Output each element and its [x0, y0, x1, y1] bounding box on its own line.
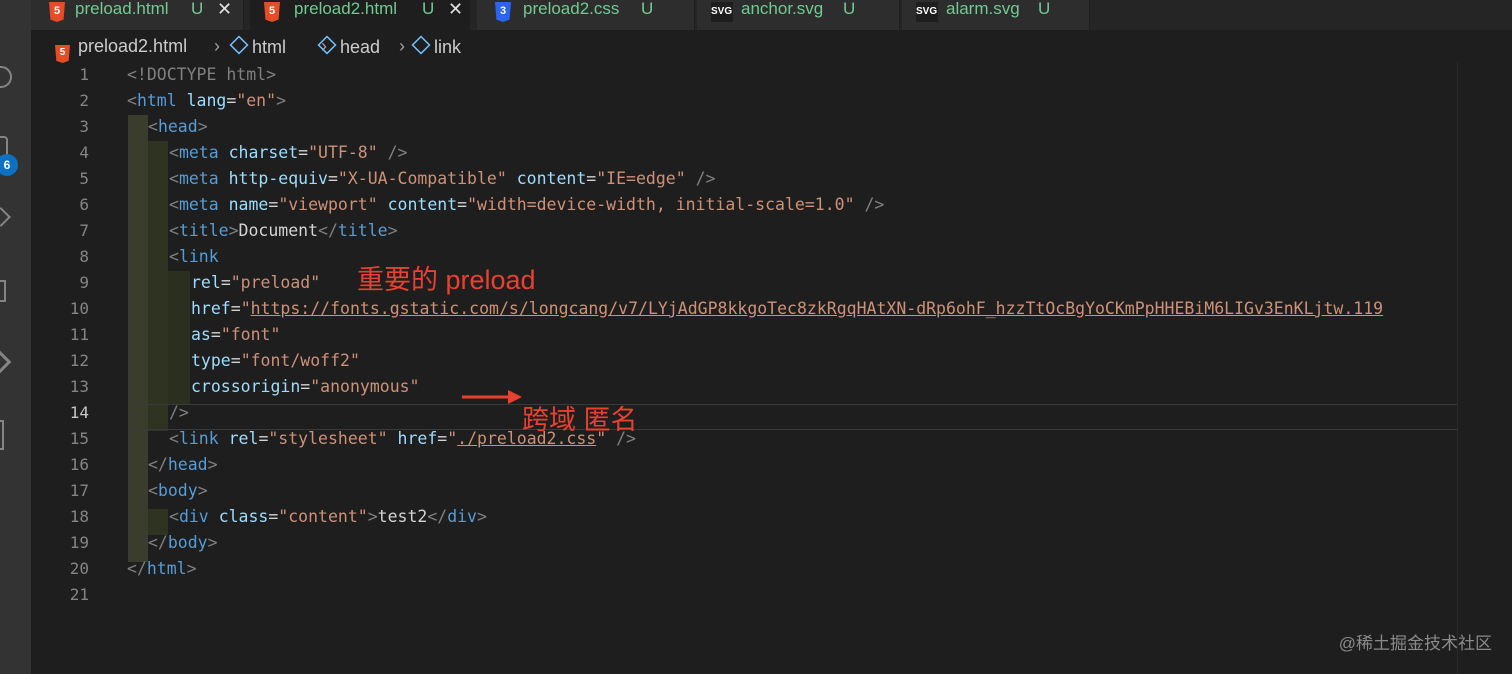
line-number: 14 [69, 403, 89, 422]
crossorigin-annotation: 跨域 匿名 [522, 405, 638, 435]
line-number: 19 [69, 533, 89, 552]
close-icon[interactable]: ✕ [448, 0, 463, 20]
line-number: 9 [79, 273, 89, 292]
line-number: 13 [69, 377, 89, 396]
line-number: 11 [69, 325, 89, 344]
code-line: <html lang="en"> [127, 91, 286, 110]
document-icon[interactable] [0, 420, 4, 450]
html5-icon: 5 [49, 2, 65, 22]
breadcrumb-link[interactable]: link [411, 35, 461, 58]
code-line: href="https://fonts.gstatic.com/s/longca… [191, 299, 1384, 318]
source-control-badge: 6 [0, 154, 18, 176]
code-line: type="font/woff2" [191, 351, 360, 370]
code-line: crossorigin="anonymous" [191, 377, 420, 396]
minimap[interactable] [1457, 62, 1512, 674]
activity-bar: 6 [0, 0, 31, 674]
line-number: 8 [79, 247, 89, 266]
indent-guide [128, 115, 148, 562]
tab-status: U [191, 0, 204, 18]
line-number: 17 [69, 481, 89, 500]
line-number: 20 [69, 559, 89, 578]
remote-explorer-icon[interactable] [0, 350, 12, 374]
symbol-icon [229, 35, 249, 55]
line-number: 15 [69, 429, 89, 448]
line-number: 18 [69, 507, 89, 526]
line-number: 7 [79, 221, 89, 240]
tab-status: U [641, 0, 654, 18]
code-line: <meta name="viewport" content="width=dev… [169, 195, 885, 214]
line-number: 12 [69, 351, 89, 370]
breadcrumb-head[interactable]: head [317, 35, 380, 58]
breadcrumb-html[interactable]: html [229, 35, 286, 58]
arrow-icon [462, 390, 522, 404]
indent-guide [148, 141, 168, 431]
chevron-right-icon: › [214, 36, 220, 56]
tab-label: preload.html [75, 0, 169, 18]
search-icon[interactable] [0, 66, 12, 88]
code-line: </body> [148, 533, 218, 552]
preload-annotation: 重要的 preload [357, 265, 536, 295]
breadcrumb: 5 preload2.html › html › head › link [31, 30, 1512, 63]
extensions-icon[interactable] [0, 280, 6, 302]
line-number: 5 [79, 169, 89, 188]
symbol-icon [411, 35, 431, 55]
tab-bar: 5 preload.html U ✕ 5 preload2.html U ✕ 3… [31, 0, 1512, 30]
code-line: <body> [148, 481, 208, 500]
code-line: </head> [148, 455, 218, 474]
code-line: </html> [127, 559, 197, 578]
tab-preload2-html[interactable]: 5 preload2.html U ✕ [250, 0, 470, 30]
tab-status: U [1038, 0, 1051, 18]
tab-anchor-svg[interactable]: SVG anchor.svg U [697, 0, 900, 30]
tab-preload2-css[interactable]: 3 preload2.css U [477, 0, 695, 30]
svg-icon: SVG [711, 2, 733, 22]
line-number: 21 [69, 585, 89, 604]
tab-alarm-svg[interactable]: SVG alarm.svg U [902, 0, 1090, 30]
code-line: <meta http-equiv="X-UA-Compatible" conte… [169, 169, 716, 188]
code-line: <link [169, 247, 219, 266]
href-link[interactable]: https://fonts.gstatic.com/s/longcang/v7/… [251, 299, 1383, 318]
watermark: @稀土掘金技术社区 [1338, 634, 1492, 653]
run-debug-icon[interactable] [0, 207, 11, 227]
indent-guide [168, 271, 190, 405]
breadcrumb-file[interactable]: 5 preload2.html [55, 36, 187, 63]
close-icon[interactable]: ✕ [217, 0, 232, 20]
line-number: 6 [79, 195, 89, 214]
code-line: as="font" [191, 325, 281, 344]
tab-label: preload2.html [294, 0, 398, 18]
line-number: 2 [79, 91, 89, 110]
line-number: 16 [69, 455, 89, 474]
line-number: 4 [79, 143, 89, 162]
tab-label: anchor.svg [741, 0, 824, 18]
chevron-right-icon: › [399, 36, 405, 56]
code-line: <head> [148, 117, 208, 136]
css3-icon: 3 [495, 2, 511, 22]
html5-icon: 5 [264, 2, 280, 22]
tab-status: U [422, 0, 435, 18]
tab-label: alarm.svg [946, 0, 1020, 18]
code-line: /> [169, 403, 189, 422]
line-number: 3 [79, 117, 89, 136]
line-number: 10 [69, 299, 89, 318]
tab-status: U [843, 0, 856, 18]
code-line: <div class="content">test2</div> [169, 507, 487, 526]
line-number: 1 [79, 65, 89, 84]
code-line: <meta charset="UTF-8" /> [169, 143, 408, 162]
html5-icon: 5 [55, 45, 70, 63]
code-line: <title>Document</title> [169, 221, 398, 240]
tab-preload-html[interactable]: 5 preload.html U ✕ [31, 0, 244, 30]
symbol-icon [317, 35, 337, 55]
tab-label: preload2.css [523, 0, 620, 18]
code-line: <!DOCTYPE html> [127, 65, 277, 84]
svg-icon: SVG [916, 2, 938, 22]
code-line: rel="preload" [191, 273, 321, 292]
